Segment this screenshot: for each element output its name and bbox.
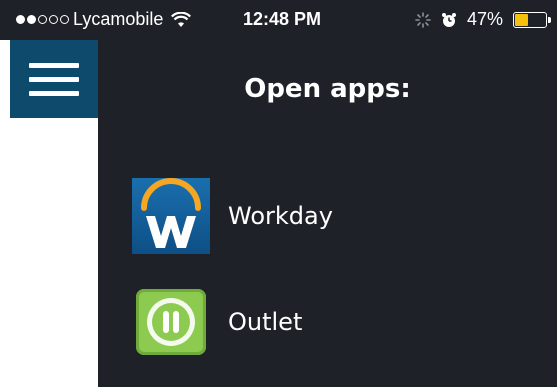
battery-percent: 47% [466,9,503,29]
battery-fill [515,13,529,26]
status-time: 12:48 PM [243,9,322,29]
signal-dot [16,15,25,24]
alarm-icon [441,12,456,27]
panel-title: Open apps: [244,74,411,104]
signal-dot [27,15,36,24]
spinner-icon [415,11,431,28]
hamburger-menu-icon [29,62,79,68]
outlet-app-icon [136,289,206,355]
carrier-name: Lycamobile [73,9,164,29]
open-apps-panel: Open apps: Workday Outlet [98,40,557,387]
battery-icon [513,11,551,28]
hamburger-menu-icon [29,76,79,82]
signal-dot [60,15,69,24]
status-bar: Lycamobile 12:48 PM 47% [0,0,557,40]
app-label: Outlet [228,308,303,336]
hamburger-menu-icon [29,90,79,96]
signal-dot [49,15,58,24]
signal-strength-icon [16,15,69,24]
status-left: Lycamobile [16,9,192,30]
app-label: Workday [228,202,333,230]
app-item-outlet[interactable]: Outlet [132,289,302,355]
battery-nub [548,16,551,23]
wifi-icon [171,11,192,27]
status-right: 47% [415,9,551,30]
menu-button[interactable] [10,40,98,118]
signal-dot [38,15,47,24]
app-item-workday[interactable]: Workday [132,178,333,254]
workday-logo-icon [132,178,210,254]
